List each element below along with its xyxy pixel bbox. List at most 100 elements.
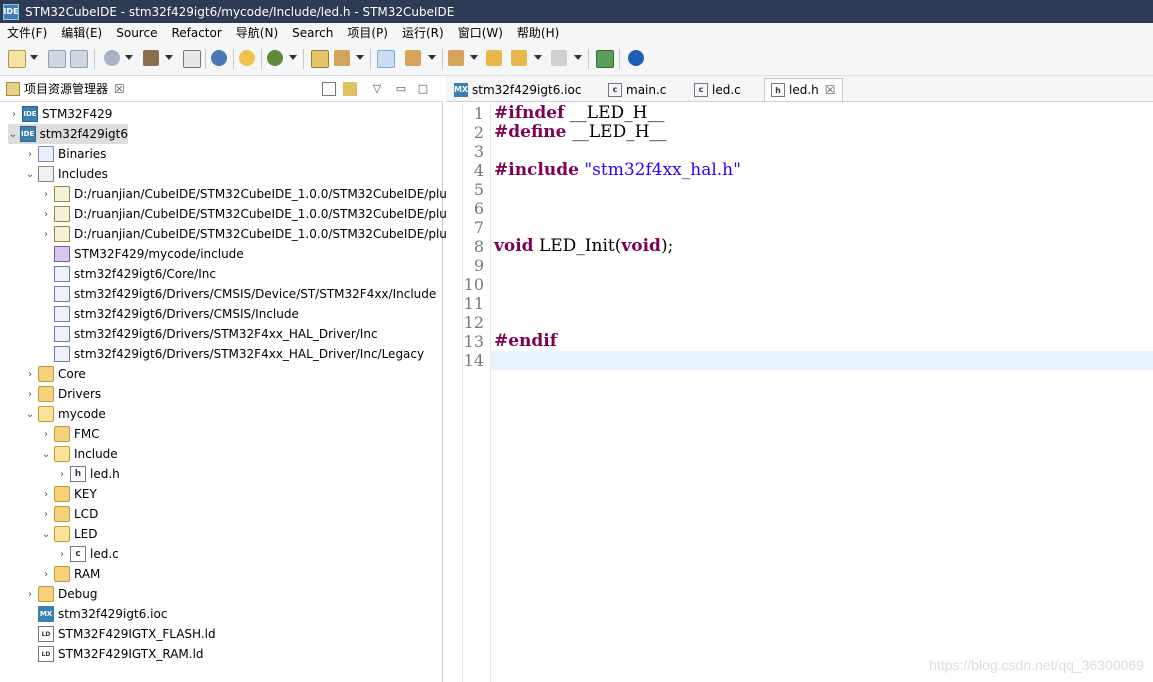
project-explorer-tab[interactable]: 项目资源管理器 ☒ xyxy=(6,80,125,97)
tree-item-stm32f429igt6[interactable]: ⌄ IDE stm32f429igt6 xyxy=(8,124,128,144)
new-dropdown-icon[interactable] xyxy=(30,55,38,60)
tree-item-ram[interactable]: › RAM xyxy=(40,564,100,584)
last-edit-icon[interactable] xyxy=(486,50,502,66)
forward-icon[interactable] xyxy=(551,50,567,66)
tree-item-binaries[interactable]: › Binaries xyxy=(24,144,106,164)
expand-icon[interactable]: › xyxy=(40,564,52,584)
menu-refactor[interactable]: Refactor xyxy=(164,23,228,43)
save-all-icon[interactable] xyxy=(70,50,88,68)
expand-icon[interactable]: › xyxy=(40,504,52,524)
menu-search[interactable]: Search xyxy=(285,23,340,43)
tree-item-ram-ld[interactable]: LD STM32F429IGTX_RAM.ld xyxy=(38,644,204,664)
tree-item-include-dir[interactable]: stm32f429igt6/Drivers/STM32F4xx_HAL_Driv… xyxy=(54,324,378,344)
collapse-icon[interactable]: ⌄ xyxy=(8,124,18,144)
tree-item-debug[interactable]: › Debug xyxy=(24,584,97,604)
debug-dropdown-icon[interactable] xyxy=(289,55,297,60)
tree-item-mycode[interactable]: ⌄ mycode xyxy=(24,404,106,424)
menu-edit[interactable]: 编辑(E) xyxy=(54,23,109,43)
tree-item-lcd[interactable]: › LCD xyxy=(40,504,98,524)
tree-item-include-dir[interactable]: stm32f429igt6/Drivers/STM32F4xx_HAL_Driv… xyxy=(54,344,424,364)
maximize-icon[interactable]: □ xyxy=(416,82,430,96)
view-menu-icon[interactable]: ▽ xyxy=(370,82,384,96)
tree-item-include-dir[interactable]: stm32f429igt6/Drivers/CMSIS/Include xyxy=(54,304,299,324)
info-icon[interactable] xyxy=(628,50,644,66)
menu-file[interactable]: 文件(F) xyxy=(0,23,54,43)
next-annotation-dropdown-icon[interactable] xyxy=(428,55,436,60)
expand-icon[interactable]: › xyxy=(40,184,52,204)
menu-window[interactable]: 窗口(W) xyxy=(451,23,510,43)
open-folder-icon[interactable] xyxy=(311,50,329,68)
tree-item-include-dir[interactable]: stm32f429igt6/Drivers/CMSIS/Device/ST/ST… xyxy=(54,284,436,304)
prev-annotation-dropdown-icon[interactable] xyxy=(470,55,478,60)
link-with-editor-icon[interactable] xyxy=(343,82,357,96)
tree-item-ioc[interactable]: MX stm32f429igt6.ioc xyxy=(38,604,167,624)
tree-item-core[interactable]: › Core xyxy=(24,364,86,384)
minimize-icon[interactable]: ▭ xyxy=(394,82,408,96)
line-number: 1 xyxy=(473,104,484,123)
menu-help[interactable]: 帮助(H) xyxy=(510,23,566,43)
tab-ioc[interactable]: MX stm32f429igt6.ioc xyxy=(448,78,587,101)
hand-icon[interactable] xyxy=(239,50,255,66)
code-editor[interactable]: #ifndef __LED_H__ #define __LED_H__ #inc… xyxy=(494,103,1153,682)
tree-item-key[interactable]: › KEY xyxy=(40,484,97,504)
expand-icon[interactable]: › xyxy=(24,364,36,384)
tree-item-include-dir[interactable]: stm32f429igt6/Core/Inc xyxy=(54,264,216,284)
close-icon[interactable]: ☒ xyxy=(825,83,836,97)
expand-icon[interactable]: › xyxy=(56,544,68,564)
tree-item-fmc[interactable]: › FMC xyxy=(40,424,100,444)
tree-item-project-include[interactable]: STM32F429/mycode/include xyxy=(54,244,244,264)
web-debug-icon[interactable] xyxy=(211,50,227,66)
mark-occurrences-icon[interactable] xyxy=(377,50,395,68)
collapse-all-icon[interactable] xyxy=(322,82,336,96)
expand-icon[interactable]: › xyxy=(40,204,52,224)
debug-bug-icon[interactable] xyxy=(267,50,283,66)
new-icon[interactable] xyxy=(8,50,26,68)
collapse-icon[interactable]: ⌄ xyxy=(24,164,36,184)
tree-item-led-folder[interactable]: ⌄ LED xyxy=(40,524,98,544)
code-keyword: #endif xyxy=(494,331,558,351)
save-icon[interactable] xyxy=(48,50,66,68)
open-type-icon[interactable] xyxy=(334,50,350,66)
expand-icon[interactable]: › xyxy=(24,144,36,164)
open-type-dropdown-icon[interactable] xyxy=(356,55,364,60)
next-annotation-icon[interactable] xyxy=(405,50,421,66)
expand-icon[interactable]: › xyxy=(40,424,52,444)
expand-icon[interactable]: › xyxy=(56,464,68,484)
tree-item-include-path[interactable]: › D:/ruanjian/CubeIDE/STM32CubeIDE_1.0.0… xyxy=(40,184,447,204)
tree-item-include-folder[interactable]: ⌄ Include xyxy=(40,444,118,464)
prev-annotation-icon[interactable] xyxy=(448,50,464,66)
close-icon[interactable]: ☒ xyxy=(114,82,125,96)
tree-item-includes[interactable]: ⌄ Includes xyxy=(24,164,108,184)
tree-item-led-c[interactable]: › c led.c xyxy=(56,544,119,564)
build-settings-icon[interactable] xyxy=(104,50,120,66)
menu-project[interactable]: 项目(P) xyxy=(340,23,395,43)
expand-icon[interactable]: › xyxy=(40,224,52,244)
expand-icon[interactable]: › xyxy=(40,484,52,504)
expand-icon[interactable]: › xyxy=(8,104,20,124)
build-settings-dropdown-icon[interactable] xyxy=(125,55,133,60)
tab-led-h[interactable]: h led.h ☒ xyxy=(764,78,843,101)
tab-led-c[interactable]: c led.c xyxy=(688,78,747,101)
tree-item-led-h[interactable]: › h led.h xyxy=(56,464,120,484)
expand-icon[interactable]: › xyxy=(24,384,36,404)
collapse-icon[interactable]: ⌄ xyxy=(40,444,52,464)
build-dropdown-icon[interactable] xyxy=(165,55,173,60)
tree-item-drivers[interactable]: › Drivers xyxy=(24,384,101,404)
menu-run[interactable]: 运行(R) xyxy=(395,23,451,43)
forward-dropdown-icon[interactable] xyxy=(574,55,582,60)
menu-navigate[interactable]: 导航(N) xyxy=(229,23,285,43)
tree-item-include-path[interactable]: › D:/ruanjian/CubeIDE/STM32CubeIDE_1.0.0… xyxy=(40,204,447,224)
collapse-icon[interactable]: ⌄ xyxy=(40,524,52,544)
binary-icon[interactable] xyxy=(183,50,201,68)
tree-item-flash-ld[interactable]: LD STM32F429IGTX_FLASH.ld xyxy=(38,624,216,644)
tree-item-include-path[interactable]: › D:/ruanjian/CubeIDE/STM32CubeIDE_1.0.0… xyxy=(40,224,447,244)
tree-item-stm32f429[interactable]: › IDE STM32F429 xyxy=(8,104,112,124)
expand-icon[interactable]: › xyxy=(24,584,36,604)
back-dropdown-icon[interactable] xyxy=(534,55,542,60)
back-icon[interactable] xyxy=(511,50,527,66)
open-perspective-icon[interactable] xyxy=(596,50,614,68)
tab-main-c[interactable]: c main.c xyxy=(602,78,672,101)
hammer-build-icon[interactable] xyxy=(143,50,159,66)
menu-source[interactable]: Source xyxy=(109,23,164,43)
collapse-icon[interactable]: ⌄ xyxy=(24,404,36,424)
